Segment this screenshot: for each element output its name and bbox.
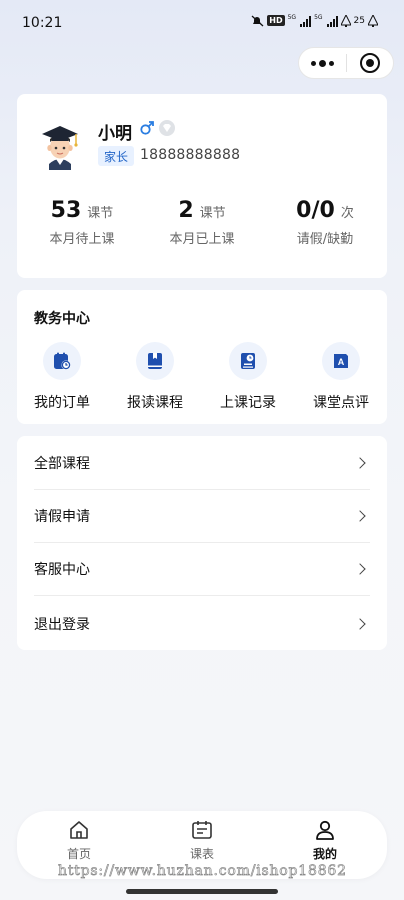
signal-icon-2 <box>326 15 338 27</box>
review-icon: A <box>334 354 348 368</box>
stat-label: 本月待上课 <box>49 232 115 247</box>
tab-label: 首页 <box>66 847 91 861</box>
role-tag: 家长 <box>98 146 134 166</box>
badge-icon <box>159 120 175 136</box>
tab-mine[interactable]: 我的 <box>285 819 365 862</box>
stat-pending-classes[interactable]: 53 课节 本月待上课 <box>17 198 147 247</box>
order-icon <box>54 352 71 370</box>
status-time: 10:21 <box>22 15 63 31</box>
tree-icon <box>340 14 351 27</box>
enroll-book-icon <box>148 353 162 369</box>
home-indicator[interactable] <box>126 889 278 894</box>
menu-label: 全部课程 <box>34 456 90 472</box>
mute-icon <box>251 15 264 26</box>
chevron-right-icon <box>354 617 366 630</box>
person-icon <box>316 820 334 840</box>
network-label-2: 5G <box>314 14 323 21</box>
close-target-icon <box>360 53 380 73</box>
stat-unit: 次 <box>340 206 354 221</box>
tree-icon-2 <box>368 14 378 27</box>
graduate-avatar-icon <box>42 126 78 170</box>
network-label: 5G <box>287 14 297 21</box>
stat-attended-classes[interactable]: 2 课节 本月已上课 <box>137 198 267 247</box>
stat-leave-absence[interactable]: 0/0 次 请假/缺勤 <box>260 198 390 247</box>
watermark: https://www.huzhan.com/ishop18862 <box>58 863 347 880</box>
service-class-records[interactable]: 上课记录 <box>203 342 293 412</box>
tab-label: 我的 <box>312 847 337 861</box>
stat-value: 0/0 <box>296 198 335 223</box>
stat-label: 本月已上课 <box>169 232 235 247</box>
more-dot-icon <box>329 60 334 66</box>
stat-value: 2 <box>178 198 194 223</box>
tab-schedule[interactable]: 课表 <box>162 819 242 862</box>
more-dot-icon <box>319 59 326 67</box>
more-button[interactable] <box>299 48 346 78</box>
menu-item-logout[interactable]: 退出登录 <box>34 597 370 650</box>
male-icon <box>140 121 154 135</box>
section-title: 教务中心 <box>34 311 90 327</box>
service-enroll-course[interactable]: 报读课程 <box>110 342 200 412</box>
user-name: 小明 <box>98 124 132 144</box>
service-label: 课堂点评 <box>313 395 369 411</box>
chevron-right-icon <box>354 563 366 575</box>
phone-number: 18888888888 <box>140 147 241 163</box>
svg-text:A: A <box>338 357 345 367</box>
service-class-review[interactable]: A 课堂点评 <box>296 342 386 412</box>
battery-level: 25 <box>353 15 365 26</box>
menu-item-leave-request[interactable]: 请假申请 <box>34 490 370 543</box>
profile-card <box>17 94 387 278</box>
hd-badge: HD <box>267 15 285 26</box>
stat-label: 请假/缺勤 <box>296 232 354 247</box>
chevron-right-icon <box>354 457 366 469</box>
calendar-icon <box>192 821 212 839</box>
service-label: 上课记录 <box>220 395 276 411</box>
stat-unit: 课节 <box>87 206 114 221</box>
tab-home[interactable]: 首页 <box>39 819 119 862</box>
service-my-orders[interactable]: 我的订单 <box>17 342 107 412</box>
service-label: 我的订单 <box>34 395 90 411</box>
menu-item-customer-service[interactable]: 客服中心 <box>34 543 370 596</box>
menu-label: 退出登录 <box>34 616 90 633</box>
close-button[interactable] <box>347 48 393 78</box>
stat-unit: 课节 <box>199 206 226 221</box>
tab-label: 课表 <box>189 847 214 861</box>
home-icon <box>70 821 88 839</box>
chevron-right-icon <box>354 510 366 522</box>
status-icons: HD 5G 5G 25 <box>251 14 378 27</box>
signal-icon <box>300 15 312 27</box>
menu-item-all-courses[interactable]: 全部课程 <box>34 437 370 490</box>
class-record-icon <box>241 353 255 369</box>
stat-value: 53 <box>50 198 82 223</box>
service-label: 报读课程 <box>127 395 183 411</box>
more-dot-icon <box>311 60 316 66</box>
status-bar: 10:21 HD 5G 5G 25 <box>0 0 404 46</box>
menu-label: 客服中心 <box>34 562 90 578</box>
miniprogram-capsule <box>298 47 394 79</box>
menu-label: 请假申请 <box>34 509 90 525</box>
